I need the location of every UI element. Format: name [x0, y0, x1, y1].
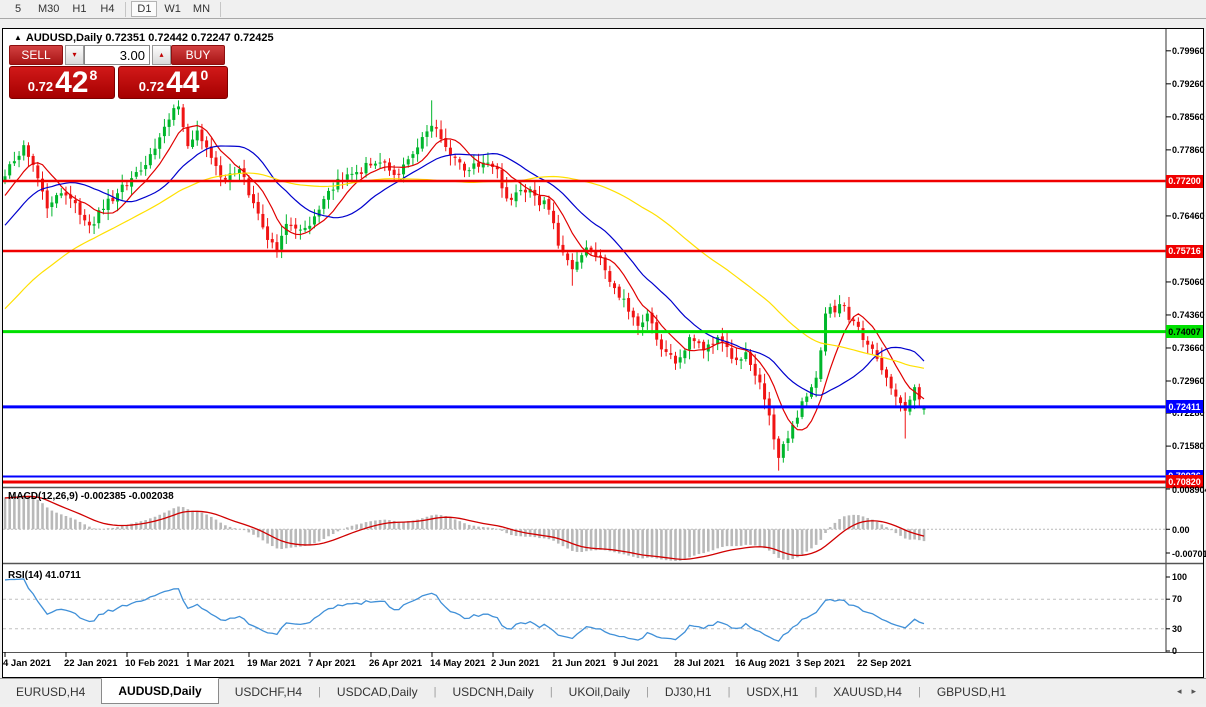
price-axis-tick: 0.73660 [1172, 343, 1205, 353]
date-axis-label: 14 May 2021 [430, 658, 485, 669]
date-axis-label: 19 Mar 2021 [247, 658, 301, 669]
trading-terminal: 5M30H1H4 D1W1MN ▲ AUDUSD,Daily 0.72351 0.7… [0, 0, 1206, 707]
price-level-label[interactable]: 0.72411 [1166, 400, 1203, 413]
volume-increase-button[interactable]: ▴ [152, 45, 171, 65]
timeframe-button-5[interactable]: 5 [5, 1, 31, 17]
price-axis-tick: 0.74360 [1172, 310, 1205, 320]
chart-title: ▲ AUDUSD,Daily 0.72351 0.72442 0.72247 0.… [14, 32, 274, 44]
tab-scroll-right-icon[interactable]: ▸ [1191, 686, 1196, 697]
spin-down-icon: ▾ [72, 51, 76, 59]
buy-price-big: 44 [166, 68, 199, 98]
price-level-label[interactable]: 0.75716 [1166, 245, 1203, 258]
sell-price-big: 42 [55, 68, 88, 98]
spin-up-icon: ▴ [159, 51, 163, 59]
timeframe-button-m30[interactable]: M30 [33, 1, 64, 17]
chart-tab-gbpusd-h1[interactable]: GBPUSD,H1 [921, 679, 1022, 704]
sell-price-sup: 8 [89, 67, 97, 83]
chart-tab-usdx-h1[interactable]: USDX,H1 [730, 679, 814, 704]
chart-tab-dj30-h1[interactable]: DJ30,H1 [649, 679, 728, 704]
date-axis-label: 10 Feb 2021 [125, 658, 179, 669]
one-click-trade-panel: SELL ▾ ▴ BUY 0.72 42 8 0.72 44 0 [9, 45, 228, 99]
sell-price-box[interactable]: 0.72 42 8 [9, 66, 115, 99]
date-axis-label: 2 Jun 2021 [491, 658, 540, 669]
volume-decrease-button[interactable]: ▾ [65, 45, 84, 65]
price-axis-tick: 0.72960 [1172, 376, 1205, 386]
rsi-axis-label: 100 [1172, 572, 1206, 582]
timeframe-button-h1[interactable]: H1 [66, 1, 92, 17]
price-axis-tick: 0.79960 [1172, 46, 1205, 56]
chart-tab-usdcad-daily[interactable]: USDCAD,Daily [321, 679, 434, 704]
price-axis-tick: 0.77860 [1172, 145, 1205, 155]
macd-axis-label: -0.00701 [1172, 549, 1206, 559]
chart-tab-bar: EURUSD,H4AUDUSD,DailyUSDCHF,H4|USDCAD,Da… [0, 678, 1206, 704]
sell-price-small: 0.72 [28, 79, 53, 94]
chart-tab-usdcnh-daily[interactable]: USDCNH,Daily [436, 679, 549, 704]
chart-symbol-label: AUDUSD,Daily [26, 32, 102, 44]
price-level-label[interactable]: 0.77200 [1166, 175, 1203, 188]
date-axis-label: 22 Jan 2021 [64, 658, 117, 669]
date-axis-label: 28 Jul 2021 [674, 658, 725, 669]
chart-tab-usdchf-h4[interactable]: USDCHF,H4 [219, 679, 318, 704]
rsi-axis-label: 30 [1172, 624, 1206, 634]
date-axis-label: 3 Sep 2021 [796, 658, 845, 669]
timeframe-button-h4[interactable]: H4 [94, 1, 120, 17]
chart-ohlc-values: 0.72351 0.72442 0.72247 0.72425 [105, 32, 273, 44]
buy-price-sup: 0 [200, 67, 208, 83]
toolbar-separator [125, 2, 126, 17]
timeframe-button-d1[interactable]: D1 [131, 1, 157, 17]
date-axis-label: 1 Mar 2021 [186, 658, 235, 669]
macd-indicator-label: MACD(12,26,9) -0.002385 -0.002038 [8, 491, 174, 502]
buy-price-box[interactable]: 0.72 44 0 [118, 66, 228, 99]
macd-axis-label: 0.008904 [1172, 485, 1206, 495]
volume-input[interactable] [84, 45, 150, 65]
tab-scroll-left-icon[interactable]: ◂ [1177, 686, 1182, 697]
buy-price-small: 0.72 [139, 79, 164, 94]
toolbar-separator [220, 2, 221, 17]
date-axis-label: 21 Jun 2021 [552, 658, 606, 669]
timeframe-toolbar: 5M30H1H4 D1W1MN [0, 0, 1206, 19]
price-axis-tick: 0.79260 [1172, 79, 1205, 89]
date-axis-label: 26 Apr 2021 [369, 658, 422, 669]
price-level-label[interactable]: 0.74007 [1166, 325, 1203, 338]
date-axis-label: 7 Apr 2021 [308, 658, 356, 669]
timeframe-button-mn[interactable]: MN [188, 1, 215, 17]
rsi-indicator-label: RSI(14) 41.0711 [8, 570, 81, 581]
date-axis-label: 16 Aug 2021 [735, 658, 790, 669]
price-axis-tick: 0.71580 [1172, 441, 1205, 451]
date-axis-label: 22 Sep 2021 [857, 658, 911, 669]
chart-tab-xauusd-h4[interactable]: XAUUSD,H4 [817, 679, 918, 704]
timeframe-button-w1[interactable]: W1 [159, 1, 186, 17]
date-axis-label: 9 Jul 2021 [613, 658, 658, 669]
price-axis-tick: 0.78560 [1172, 112, 1205, 122]
price-axis-tick: 0.75060 [1172, 277, 1205, 287]
price-axis-tick: 0.76460 [1172, 211, 1205, 221]
date-axis-label: 4 Jan 2021 [3, 658, 51, 669]
chart-tab-eurusd-h4[interactable]: EURUSD,H4 [0, 679, 101, 704]
chart-collapse-icon[interactable]: ▲ [14, 33, 22, 42]
macd-axis-label: 0.00 [1172, 525, 1206, 535]
sell-button[interactable]: SELL [9, 45, 63, 65]
chart-tab-ukoil-daily[interactable]: UKOil,Daily [553, 679, 646, 704]
chart-tab-audusd-daily[interactable]: AUDUSD,Daily [101, 678, 218, 704]
price-chart-canvas[interactable] [3, 29, 1203, 677]
rsi-axis-label: 70 [1172, 594, 1206, 604]
buy-button[interactable]: BUY [171, 45, 225, 65]
rsi-axis-label: 0 [1172, 646, 1206, 656]
chart-window: ▲ AUDUSD,Daily 0.72351 0.72442 0.72247 0.… [2, 28, 1204, 678]
